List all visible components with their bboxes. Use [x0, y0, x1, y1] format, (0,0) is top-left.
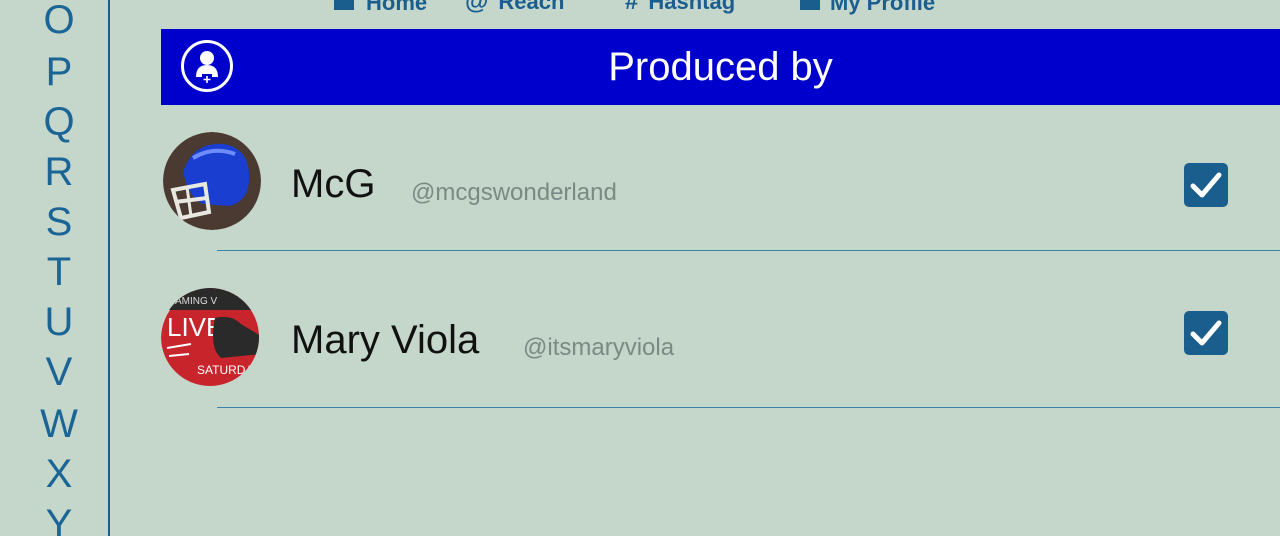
- nav-home[interactable]: Home: [332, 0, 427, 17]
- nav-reach-label: Reach: [498, 0, 565, 14]
- nav-reach[interactable]: @ Reach: [465, 0, 564, 16]
- nav-hashtag[interactable]: # Hashtag: [625, 0, 735, 16]
- home-icon: [332, 0, 356, 17]
- at-icon: @: [465, 0, 489, 15]
- alpha-letter-u[interactable]: U: [0, 300, 118, 344]
- alpha-letter-o[interactable]: O: [0, 0, 118, 42]
- producer-name: Mary Viola: [291, 318, 480, 362]
- app-root: O P Q R S T U V W X Y Home @ Reach # Has…: [0, 0, 1280, 536]
- producer-checkbox[interactable]: [1184, 163, 1228, 207]
- alpha-letter-x[interactable]: X: [0, 452, 118, 496]
- svg-text:SATURDAY: SATURDAY: [197, 363, 259, 377]
- row-divider: [217, 250, 1280, 251]
- row-divider: [217, 407, 1280, 408]
- producer-handle: @mcgswonderland: [411, 179, 617, 206]
- alpha-letter-p[interactable]: P: [0, 50, 118, 94]
- avatar: AMING V LIVE SATURDAY: [161, 288, 259, 386]
- nav-my-profile[interactable]: My Profile: [800, 0, 935, 17]
- alpha-letter-y[interactable]: Y: [0, 502, 118, 536]
- svg-text:AMING V: AMING V: [175, 296, 218, 307]
- producer-row[interactable]: McG @mcgswonderland: [161, 102, 1280, 252]
- alpha-letter-s[interactable]: S: [0, 200, 118, 244]
- check-icon: [1190, 172, 1222, 198]
- producer-checkbox[interactable]: [1184, 311, 1228, 355]
- alpha-letter-r[interactable]: R: [0, 150, 118, 194]
- header-title: Produced by: [608, 45, 833, 89]
- check-icon: [1190, 320, 1222, 346]
- producer-handle: @itsmaryviola: [523, 334, 675, 361]
- producer-name: McG: [291, 162, 376, 206]
- nav-my-profile-label: My Profile: [830, 0, 936, 15]
- alpha-letter-q[interactable]: Q: [0, 100, 118, 144]
- avatar: [163, 132, 261, 230]
- producer-row[interactable]: AMING V LIVE SATURDAY Mary Viola @itsmar…: [161, 258, 1280, 408]
- profile-icon: [800, 0, 820, 17]
- nav-hashtag-label: Hashtag: [648, 0, 736, 14]
- alpha-letter-w[interactable]: W: [0, 402, 118, 446]
- hashtag-icon: #: [625, 0, 639, 15]
- nav-home-label: Home: [366, 0, 428, 15]
- produced-by-header: Produced by: [161, 29, 1280, 105]
- alpha-letter-t[interactable]: T: [0, 250, 118, 294]
- alphabet-index: O P Q R S T U V W X Y: [0, 0, 110, 536]
- alpha-letter-v[interactable]: V: [0, 350, 118, 394]
